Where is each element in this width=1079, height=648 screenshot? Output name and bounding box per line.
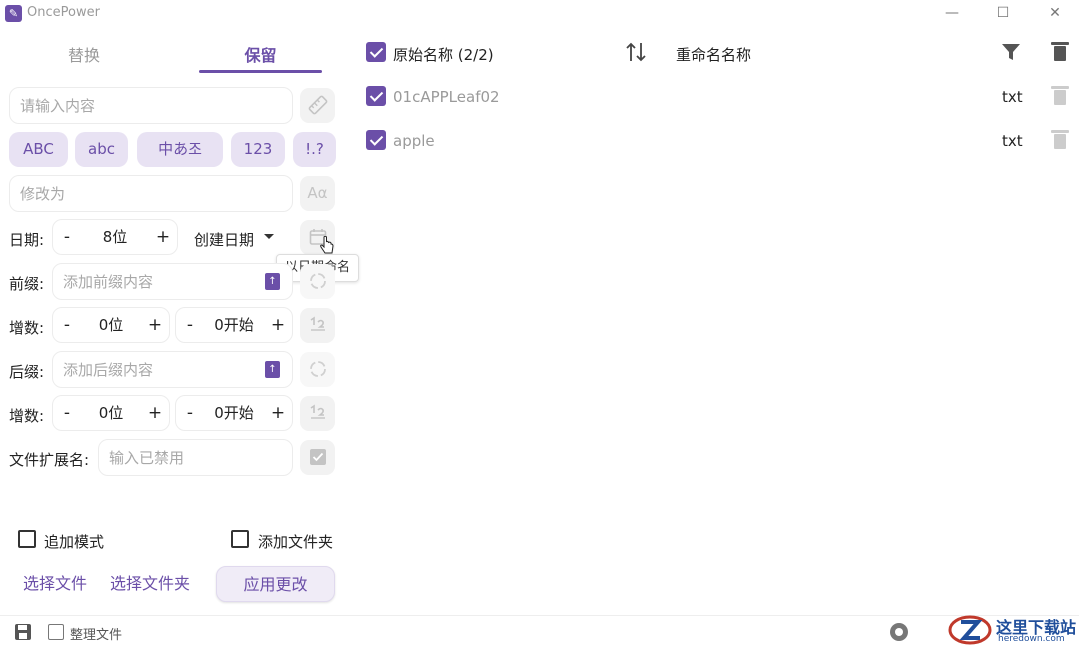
increment1-digits-decrement[interactable]: -	[55, 308, 79, 342]
tab-keep[interactable]: 保留	[199, 42, 322, 68]
increment2-start-decrement[interactable]: -	[178, 396, 202, 430]
increment2-start-stepper: - 0开始 +	[175, 395, 293, 431]
increment1-start-decrement[interactable]: -	[178, 308, 202, 342]
checkbox-checked-icon	[309, 449, 326, 465]
footer-divider	[0, 615, 1079, 616]
increment2-label: 增数:	[9, 407, 45, 425]
app-logo-icon: ✎	[5, 5, 22, 22]
select-folder-button[interactable]: 选择文件夹	[103, 566, 197, 602]
chevron-down-icon	[264, 234, 274, 239]
increment1-start-stepper: - 0开始 +	[175, 307, 293, 343]
modify-input[interactable]	[10, 176, 292, 211]
date-label: 日期:	[9, 231, 45, 249]
title-bar: ✎ OncePower — ☐ ✕	[0, 0, 1079, 28]
chip-uppercase[interactable]: ABC	[9, 132, 68, 167]
apply-changes-button[interactable]: 应用更改	[216, 566, 335, 602]
file-row-ext: txt	[1002, 88, 1023, 106]
increment2-apply-button[interactable]	[300, 396, 335, 431]
extension-label: 文件扩展名:	[9, 451, 90, 469]
refresh-icon	[309, 361, 326, 377]
heredown-logo-icon	[948, 615, 992, 645]
increment2-digits-increment[interactable]: +	[143, 396, 167, 430]
increment1-label: 增数:	[9, 319, 45, 337]
ruler-button[interactable]	[300, 88, 335, 123]
save-icon[interactable]	[14, 623, 32, 641]
select-all-checkbox[interactable]	[366, 42, 386, 62]
file-row-checkbox[interactable]	[366, 130, 386, 150]
refresh-icon	[309, 273, 326, 289]
github-icon[interactable]	[889, 622, 909, 642]
suffix-input-wrapper: ↑	[52, 351, 293, 388]
organize-files-checkbox[interactable]	[48, 624, 64, 640]
content-input-wrapper	[9, 87, 293, 124]
increment2-start-value[interactable]: 0开始	[200, 396, 268, 430]
increment1-digits-stepper: - 0位 +	[52, 307, 170, 343]
increment2-digits-stepper: - 0位 +	[52, 395, 170, 431]
file-row-ext: txt	[1002, 132, 1023, 150]
extension-input[interactable]	[99, 440, 292, 475]
ruler-icon	[308, 95, 327, 115]
suffix-input[interactable]	[53, 352, 292, 387]
date-digits-stepper: - 8位 +	[52, 219, 178, 255]
chip-symbols[interactable]: !.?	[293, 132, 336, 167]
extension-input-wrapper	[98, 439, 293, 476]
delete-all-icon[interactable]	[1051, 42, 1069, 61]
swap-sort-icon[interactable]	[625, 41, 647, 63]
file-upload-icon[interactable]: ↑	[265, 273, 280, 290]
increment1-apply-button[interactable]	[300, 308, 335, 343]
filter-icon[interactable]	[1001, 43, 1021, 62]
prefix-cycle-button[interactable]	[300, 264, 335, 299]
chip-lowercase[interactable]: abc	[75, 132, 128, 167]
chip-digits[interactable]: 123	[231, 132, 285, 167]
chip-cjk[interactable]: 中あ조	[137, 132, 223, 167]
date-digits-increment[interactable]: +	[151, 220, 175, 254]
file-upload-icon[interactable]: ↑	[265, 361, 280, 378]
suffix-label: 后缀:	[9, 363, 45, 381]
date-digits-value[interactable]: 8位	[77, 220, 153, 254]
app-title: OncePower	[27, 5, 100, 20]
close-button[interactable]: ✕	[1035, 2, 1075, 24]
suffix-cycle-button[interactable]	[300, 352, 335, 387]
mouse-cursor-icon	[320, 236, 334, 254]
add-folder-checkbox[interactable]	[231, 530, 249, 548]
prefix-input-wrapper: ↑	[52, 263, 293, 300]
trash-icon[interactable]	[1051, 130, 1069, 149]
increment1-start-increment[interactable]: +	[266, 308, 290, 342]
watermark-site: heredown.com	[998, 634, 1065, 644]
extension-toggle-button[interactable]	[300, 440, 335, 475]
active-tab-indicator	[199, 70, 322, 73]
original-name-header: 原始名称 (2/2)	[393, 46, 494, 64]
file-row-name: apple	[393, 132, 435, 150]
prefix-label: 前缀:	[9, 275, 45, 293]
modify-input-wrapper	[9, 175, 293, 212]
increment1-digits-value[interactable]: 0位	[77, 308, 145, 342]
date-type-select[interactable]: 创建日期	[194, 229, 254, 250]
increment2-digits-decrement[interactable]: -	[55, 396, 79, 430]
append-mode-checkbox[interactable]	[18, 530, 36, 548]
increment1-start-value[interactable]: 0开始	[200, 308, 268, 342]
increment1-digits-increment[interactable]: +	[143, 308, 167, 342]
watermark-logo: 这里下载站 heredown.com	[948, 612, 1076, 648]
increment2-digits-value[interactable]: 0位	[77, 396, 145, 430]
tab-replace[interactable]: 替换	[20, 42, 148, 68]
append-mode-label: 追加模式	[44, 533, 105, 551]
organize-files-label: 整理文件	[70, 628, 123, 643]
minimize-button[interactable]: —	[932, 2, 972, 24]
select-file-button[interactable]: 选择文件	[12, 566, 98, 602]
trash-icon[interactable]	[1051, 86, 1069, 105]
content-input[interactable]	[10, 88, 292, 123]
case-toggle-button[interactable]: Aα	[300, 176, 335, 211]
number-sequence-icon	[310, 316, 325, 331]
file-row-checkbox[interactable]	[366, 86, 386, 106]
renamed-name-header: 重命名名称	[676, 46, 752, 64]
maximize-button[interactable]: ☐	[983, 2, 1023, 24]
prefix-input[interactable]	[53, 264, 292, 299]
file-row-name: 01cAPPLeaf02	[393, 88, 500, 106]
increment2-start-increment[interactable]: +	[266, 396, 290, 430]
add-folder-label: 添加文件夹	[258, 533, 334, 551]
date-digits-decrement[interactable]: -	[55, 220, 79, 254]
number-sequence-icon	[310, 404, 325, 419]
